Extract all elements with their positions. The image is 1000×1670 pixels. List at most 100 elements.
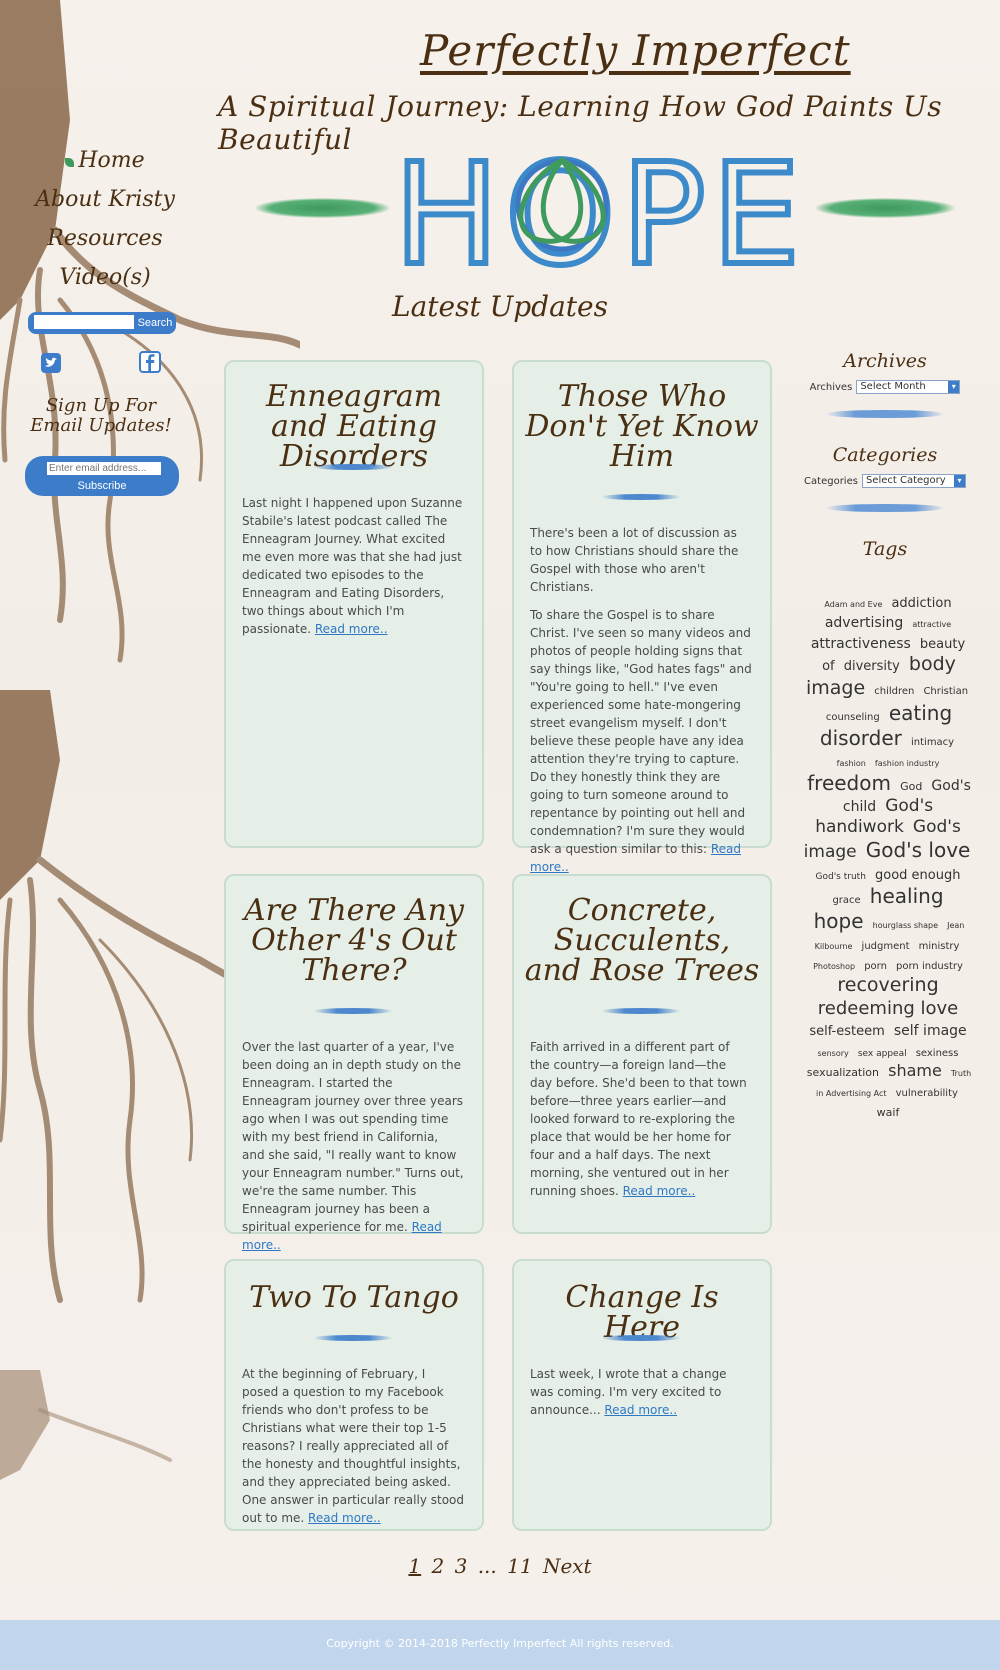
- post-title[interactable]: Those Who Don't Yet Know Him: [524, 382, 760, 472]
- post-excerpt: Last week, I wrote that a change was com…: [530, 1365, 752, 1429]
- post-excerpt-text: Faith arrived in a different part of the…: [530, 1040, 747, 1198]
- tag-link[interactable]: healing: [870, 884, 944, 908]
- search-button[interactable]: Search: [136, 314, 174, 332]
- tag-link[interactable]: fashion industry: [875, 759, 939, 768]
- chevron-down-icon: ▾: [953, 475, 965, 487]
- tag-link[interactable]: children: [874, 686, 914, 697]
- post-excerpt-text: Over the last quarter of a year, I've be…: [242, 1040, 464, 1234]
- archives-label: Archives: [809, 381, 853, 393]
- next-page-link[interactable]: Next: [543, 1554, 592, 1578]
- tag-link[interactable]: waif: [877, 1106, 900, 1119]
- search-input[interactable]: [34, 315, 134, 329]
- tag-link[interactable]: freedom: [807, 771, 891, 795]
- nav-item-label: Home: [78, 148, 145, 173]
- categories-select-value: Select Category: [865, 475, 946, 486]
- facebook-icon[interactable]: [138, 350, 162, 374]
- tag-link[interactable]: shame: [888, 1061, 942, 1080]
- tag-link[interactable]: sexiness: [916, 1048, 959, 1059]
- blue-brushstroke: [601, 494, 681, 500]
- chevron-down-icon: ▾: [948, 381, 960, 393]
- archives-select[interactable]: Select Month ▾: [856, 380, 961, 394]
- post-card: Concrete, Succulents, and Rose Trees Fai…: [512, 874, 772, 1234]
- tag-link[interactable]: self image: [894, 1023, 967, 1039]
- tag-link[interactable]: sexualization: [807, 1066, 879, 1079]
- hope-banner: HOPE: [391, 140, 803, 275]
- tag-link[interactable]: porn: [864, 961, 887, 972]
- post-title[interactable]: Two To Tango: [236, 1283, 472, 1313]
- tag-link[interactable]: intimacy: [911, 737, 954, 748]
- read-more-link[interactable]: Read more..: [308, 1511, 381, 1525]
- read-more-link[interactable]: Read more..: [604, 1403, 677, 1417]
- twitter-icon[interactable]: [40, 352, 62, 374]
- page-current: 1: [408, 1554, 422, 1578]
- tag-link[interactable]: advertising: [825, 615, 903, 631]
- categories-select[interactable]: Select Category ▾: [861, 474, 966, 488]
- tag-link[interactable]: God's truth: [816, 872, 866, 882]
- main-navigation: Home About Kristy Resources Video(s): [20, 148, 190, 304]
- email-signup-form: Subscribe: [25, 456, 179, 496]
- tag-link[interactable]: of: [822, 659, 835, 674]
- tag-link[interactable]: good enough: [875, 868, 960, 883]
- page-link-last[interactable]: 11: [507, 1554, 532, 1578]
- nav-item-about-kristy[interactable]: About Kristy: [20, 187, 190, 212]
- tags-title: Tags: [862, 538, 908, 560]
- post-title[interactable]: Are There Any Other 4's Out There?: [236, 896, 472, 986]
- email-signup-heading: Sign Up For Email Updates!: [30, 395, 172, 436]
- archives-select-value: Select Month: [860, 381, 926, 392]
- page-link[interactable]: 3: [455, 1554, 468, 1578]
- tag-link[interactable]: judgment: [862, 941, 910, 952]
- tag-link[interactable]: Photoshop: [813, 962, 855, 971]
- tag-link[interactable]: recovering: [837, 974, 938, 996]
- tag-link[interactable]: addiction: [891, 596, 951, 611]
- site-title[interactable]: Perfectly Imperfect: [420, 26, 851, 75]
- blue-brushstroke: [313, 464, 393, 470]
- tag-link[interactable]: hope: [814, 909, 864, 933]
- archives-row: Archives Select Month ▾: [795, 380, 975, 394]
- blue-brushstroke: [313, 1008, 393, 1014]
- copyright-text: Copyright © 2014-2018 Perfectly Imperfec…: [326, 1637, 674, 1650]
- post-title[interactable]: Concrete, Succulents, and Rose Trees: [524, 896, 760, 986]
- tag-link[interactable]: ministry: [919, 941, 960, 952]
- tag-link[interactable]: porn industry: [896, 961, 963, 972]
- tag-link[interactable]: hourglass shape: [873, 921, 938, 930]
- tag-link[interactable]: self-esteem: [809, 1024, 884, 1039]
- tag-link[interactable]: attractiveness: [811, 636, 911, 652]
- tag-link[interactable]: vulnerability: [896, 1088, 958, 1099]
- tag-link[interactable]: beauty: [920, 637, 965, 652]
- blue-brushstroke: [601, 1335, 681, 1341]
- tag-link[interactable]: God: [900, 780, 922, 793]
- email-field[interactable]: [47, 462, 161, 475]
- post-excerpt-text: There's been a lot of discussion as to h…: [530, 526, 739, 594]
- tag-link[interactable]: diversity: [844, 659, 900, 674]
- nav-item-home[interactable]: Home: [20, 148, 190, 173]
- post-card: Are There Any Other 4's Out There? Over …: [224, 874, 484, 1252]
- post-excerpt: There's been a lot of discussion as to h…: [530, 524, 752, 886]
- post-title[interactable]: Change Is Here: [524, 1283, 760, 1343]
- tag-link[interactable]: counseling: [826, 712, 880, 723]
- read-more-link[interactable]: Read more..: [315, 622, 388, 636]
- blue-brushstroke: [825, 410, 945, 418]
- tag-link[interactable]: fashion: [837, 759, 866, 768]
- nav-item-resources[interactable]: Resources: [20, 226, 190, 251]
- tag-link[interactable]: grace: [832, 895, 860, 906]
- tag-link[interactable]: Christian: [923, 686, 968, 697]
- tag-cloud: Adam and Eve addiction advertising attra…: [803, 592, 973, 1121]
- tag-link[interactable]: attractive: [912, 620, 951, 629]
- subscribe-button[interactable]: Subscribe: [45, 478, 159, 493]
- tag-link[interactable]: sensory: [818, 1049, 849, 1058]
- tag-link[interactable]: God's love: [866, 838, 971, 862]
- post-excerpt-text: At the beginning of February, I posed a …: [242, 1367, 464, 1525]
- post-card: Those Who Don't Yet Know Him There's bee…: [512, 360, 772, 874]
- categories-label: Categories: [804, 475, 858, 487]
- sidebar: Archives Archives Select Month ▾ Categori…: [795, 350, 975, 560]
- post-excerpt: Faith arrived in a different part of the…: [530, 1038, 752, 1210]
- read-more-link[interactable]: Read more..: [623, 1184, 696, 1198]
- post-excerpt-text: To share the Gospel is to share Christ. …: [530, 608, 752, 856]
- tag-link[interactable]: Adam and Eve: [824, 600, 882, 609]
- nav-item-videos[interactable]: Video(s): [20, 265, 190, 290]
- page-link[interactable]: 2: [432, 1554, 445, 1578]
- tag-link[interactable]: redeeming love: [818, 998, 958, 1019]
- post-title[interactable]: Enneagram and Eating Disorders: [236, 382, 472, 472]
- leaf-icon: [65, 158, 75, 167]
- tag-link[interactable]: sex appeal: [858, 1049, 907, 1059]
